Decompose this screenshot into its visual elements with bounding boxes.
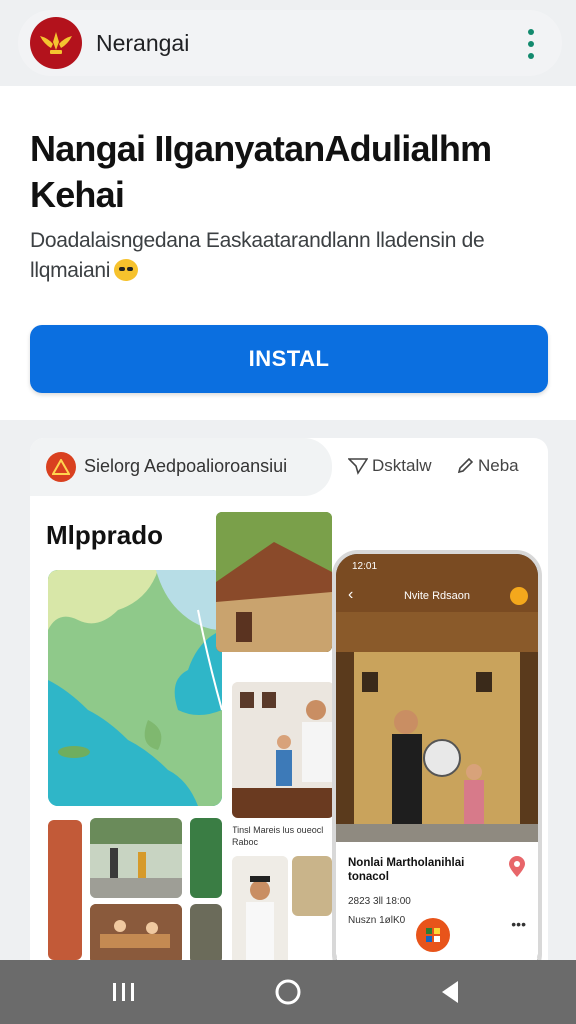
app-title: Nangai IIganyatanAdulialhm Kehai — [30, 128, 492, 215]
home-icon[interactable] — [268, 976, 308, 1008]
app-logo-icon[interactable] — [30, 17, 82, 69]
phone-favorite-icon[interactable] — [510, 587, 528, 605]
phone-back-icon[interactable]: ‹ — [348, 586, 353, 604]
photo-thumb — [190, 818, 222, 898]
install-button[interactable]: INSTAL — [30, 325, 548, 393]
phone-header-title: Nvite Rdsaon — [403, 590, 471, 602]
emoji-icon — [114, 259, 139, 281]
edit-icon — [457, 457, 474, 474]
phone-time: 12:01 — [352, 561, 378, 572]
photo-thumb — [292, 856, 332, 916]
photo-thumb — [90, 904, 182, 964]
send-icon — [348, 458, 368, 475]
portrait-photo — [232, 856, 288, 966]
back-icon[interactable] — [430, 976, 470, 1008]
phone-header: ‹ Nvite Rdsaon — [336, 580, 538, 612]
place-meta: 2823 3ll 18:00 — [348, 896, 411, 907]
phone-status-bar: 12:01 — [336, 554, 538, 580]
screenshot-tab[interactable]: Sielorg Aedpoalioroansiui — [30, 438, 332, 496]
description-text: Doadalaisngedana Easkaatarandlann lladen… — [30, 229, 485, 282]
more-vert-icon[interactable] — [524, 29, 538, 59]
app-name: Nerangai — [96, 30, 190, 56]
app-hero: Nangai IIganyatanAdulialhm Kehai Doadala… — [0, 86, 576, 420]
phone-photo — [336, 612, 538, 842]
recents-icon[interactable] — [104, 976, 144, 1008]
share-label: Dsktalw — [372, 456, 432, 475]
share-action[interactable]: Dsktalw — [348, 456, 432, 476]
photo-caption: Tinsl Mareis lus oueocl Raboc — [232, 824, 332, 854]
place-title: Nonlai Martholanihlai tonacol — [348, 857, 465, 883]
photo-caption-text: Tinsl Mareis lus oueocl Raboc — [232, 825, 324, 847]
house-photo — [216, 512, 332, 652]
family-photo — [232, 682, 334, 818]
app-badge-icon — [46, 452, 76, 482]
app-description: Doadalaisngedana Easkaatarandlann lladen… — [30, 226, 550, 286]
grid-icon[interactable] — [416, 918, 450, 952]
edit-label: Neba — [478, 456, 519, 475]
screenshot-preview: Sielorg Aedpoalioroansiui Dsktalw Neba M… — [0, 420, 576, 998]
system-navigation-bar — [0, 960, 576, 1024]
map-image — [48, 570, 222, 806]
tab-label: Sielorg Aedpoalioroansiui — [84, 456, 288, 476]
more-horiz-icon[interactable]: ••• — [511, 916, 526, 932]
screenshot-card[interactable]: Sielorg Aedpoalioroansiui Dsktalw Neba M… — [30, 438, 548, 998]
screenshot-heading: Mlpprado — [46, 520, 163, 550]
edit-action[interactable]: Neba — [456, 456, 519, 476]
photo-thumb — [90, 818, 182, 898]
pin-icon[interactable] — [508, 856, 526, 878]
photo-thumb — [48, 820, 82, 960]
photo-thumb — [190, 904, 222, 964]
top-app-bar: Nerangai — [0, 0, 576, 86]
phone-mockup: 12:01 ‹ Nvite Rdsaon Nonlai Martholanihl… — [332, 550, 542, 980]
